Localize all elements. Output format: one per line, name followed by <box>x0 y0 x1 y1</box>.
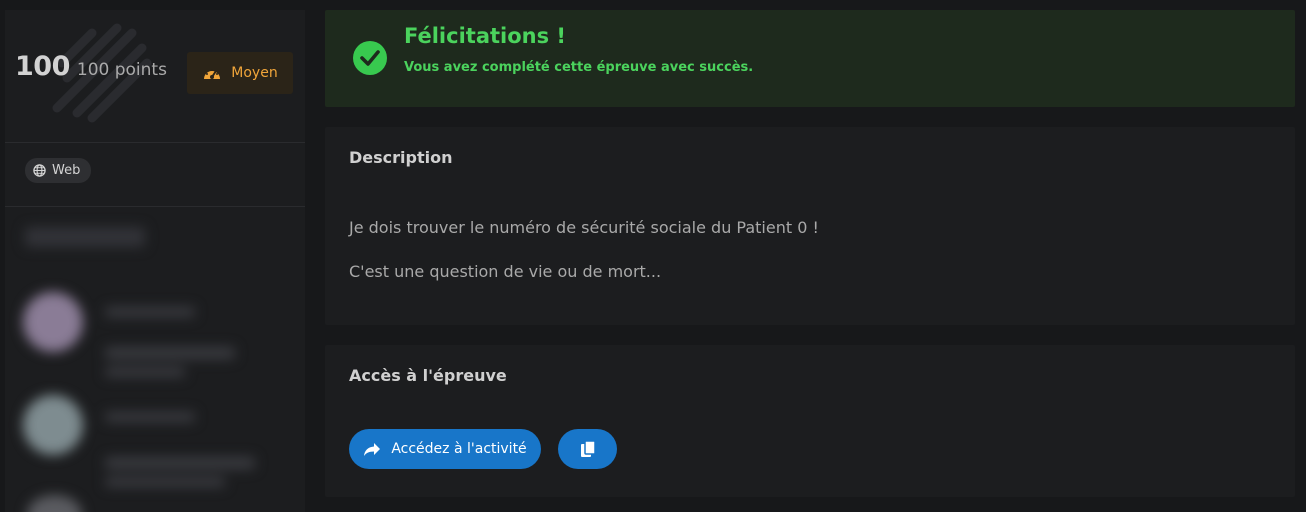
check-circle-icon <box>353 41 387 75</box>
description-card: Description Je dois trouver le numéro de… <box>325 127 1295 325</box>
description-line: C'est une question de vie ou de mort... <box>349 262 662 281</box>
blurred-solvers-list <box>5 207 305 512</box>
points-display: 100 100 points <box>15 51 167 82</box>
description-title: Description <box>349 148 453 167</box>
access-card: Accès à l'épreuve Accédez à l'activité <box>325 345 1295 497</box>
category-tags: Web <box>5 143 305 207</box>
success-banner: Félicitations ! Vous avez complété cette… <box>325 10 1295 107</box>
access-activity-button[interactable]: Accédez à l'activité <box>349 429 541 469</box>
globe-icon <box>33 164 46 177</box>
share-arrow-icon <box>364 442 381 456</box>
points-value: 100 <box>15 51 70 82</box>
category-tag-web[interactable]: Web <box>25 158 92 183</box>
checkmark-icon <box>360 50 380 66</box>
challenge-sidebar: 100 100 points Moyen Web <box>5 10 305 512</box>
description-line: Je dois trouver le numéro de sécurité so… <box>349 218 819 237</box>
points-card: 100 100 points Moyen <box>5 10 305 143</box>
difficulty-label: Moyen <box>231 65 278 81</box>
access-title: Accès à l'épreuve <box>349 366 507 385</box>
success-message: Vous avez complété cette épreuve avec su… <box>404 60 754 75</box>
points-label: 100 points <box>76 60 167 80</box>
challenge-page: 100 100 points Moyen Web Félicitations !… <box>0 0 1306 512</box>
category-tag-label: Web <box>52 163 81 178</box>
access-button-label: Accédez à l'activité <box>391 441 527 457</box>
speedometer-icon <box>204 69 221 79</box>
success-title: Félicitations ! <box>404 24 566 48</box>
copy-icon <box>580 440 596 457</box>
copy-link-button[interactable] <box>558 429 617 469</box>
difficulty-badge: Moyen <box>187 52 293 94</box>
